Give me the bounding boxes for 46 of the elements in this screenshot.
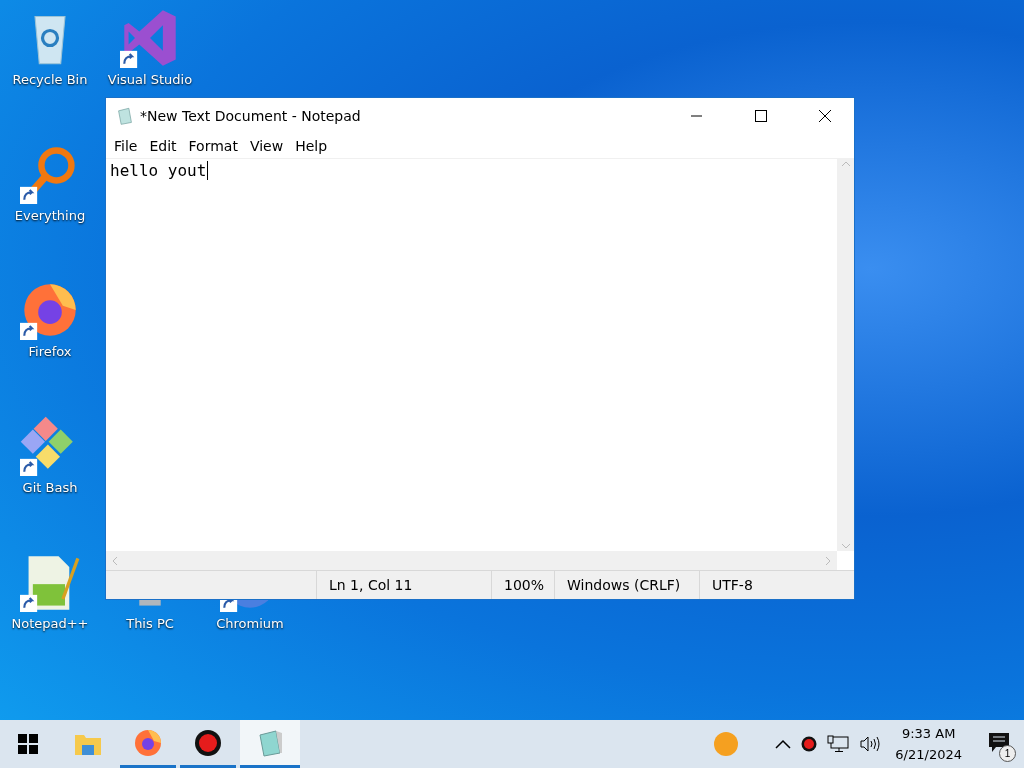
network-icon[interactable] xyxy=(827,735,850,753)
record-icon[interactable] xyxy=(801,736,818,752)
clock-date[interactable]: 6/21/2024 xyxy=(895,744,962,765)
close-icon xyxy=(818,109,832,123)
desktop-icon-label[interactable]: This PC xyxy=(126,616,174,631)
menu-item[interactable]: Format xyxy=(182,138,244,154)
notepad-plus-icon xyxy=(28,556,80,610)
speaker-icon[interactable] xyxy=(859,735,882,753)
text-area[interactable]: hello yout xyxy=(106,159,837,551)
scroll-left-icon[interactable] xyxy=(110,555,120,566)
status-text: UTF-8 xyxy=(712,577,753,593)
scroll-down-icon[interactable] xyxy=(840,541,851,551)
menu-item[interactable]: View xyxy=(243,138,290,154)
menu-item[interactable]: Help xyxy=(289,138,334,154)
horizontal-scrollbar[interactable] xyxy=(106,551,837,570)
vertical-scrollbar[interactable] xyxy=(837,159,854,551)
windows-logo-icon xyxy=(18,734,38,754)
scroll-up-icon[interactable] xyxy=(840,159,851,169)
maximize-icon xyxy=(755,110,767,122)
notification-button[interactable]: 1 xyxy=(986,724,1016,764)
scroll-right-icon[interactable] xyxy=(823,555,833,566)
desktop-icon-label[interactable]: Visual Studio xyxy=(107,72,193,87)
menu-item[interactable]: Edit xyxy=(143,138,183,154)
desktop-icon-label[interactable]: Recycle Bin xyxy=(12,72,88,87)
document-text: hello yout xyxy=(110,161,209,180)
notepad-icon xyxy=(256,728,284,757)
firefox-icon xyxy=(24,284,76,336)
record-icon xyxy=(194,728,222,757)
clock-time[interactable]: 9:33 AM xyxy=(901,723,956,744)
desktop-icon-label[interactable]: Git Bash xyxy=(22,480,78,495)
app-tray-icon[interactable] xyxy=(713,731,740,757)
status-text: Windows (CRLF) xyxy=(567,577,681,593)
window-title: *New Text Document - Notepad xyxy=(140,108,362,124)
folder-icon xyxy=(74,732,102,756)
status-text: Ln 1, Col 11 xyxy=(329,577,413,593)
recycle-bin-icon xyxy=(34,16,66,65)
menu-item[interactable]: File xyxy=(108,138,144,154)
desktop-icon-label[interactable]: Chromium xyxy=(216,616,284,631)
desktop-icon-label[interactable]: Everything xyxy=(14,208,86,223)
desktop-icon-label[interactable]: Firefox xyxy=(28,344,72,359)
status-text: 100% xyxy=(504,577,545,593)
visual-studio-icon xyxy=(124,10,176,66)
firefox-icon xyxy=(134,728,162,757)
notepad-icon xyxy=(116,107,134,125)
chevron-up-icon[interactable] xyxy=(775,739,792,749)
git-bash-icon xyxy=(20,416,73,469)
